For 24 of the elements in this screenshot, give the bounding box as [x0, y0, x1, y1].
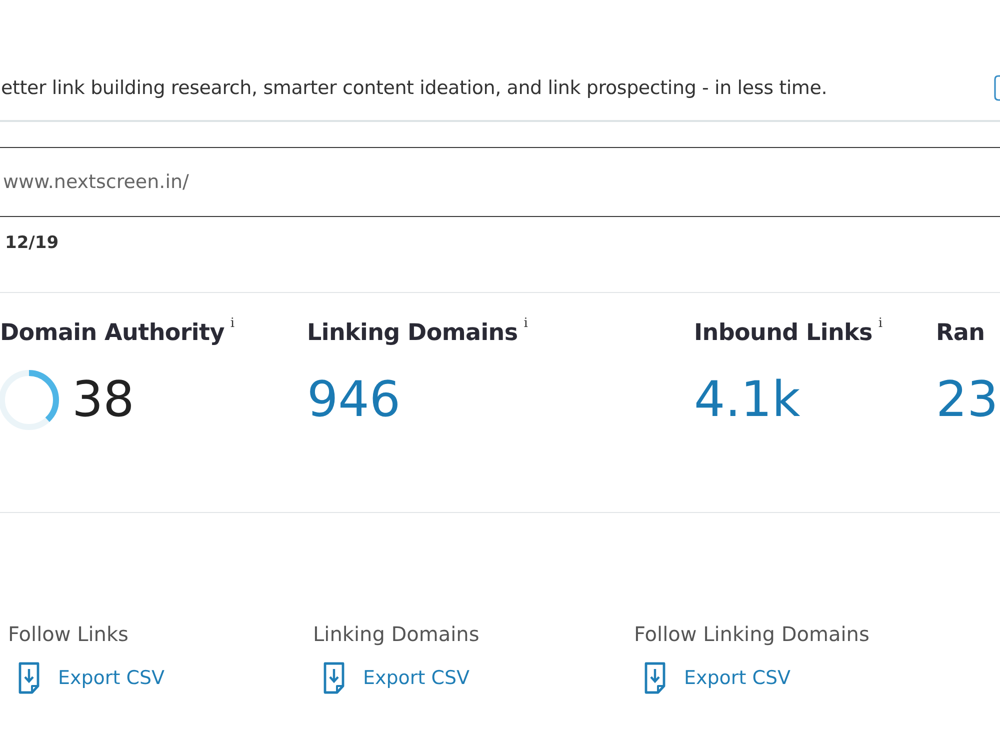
info-mark[interactable]: i [524, 317, 528, 331]
file-download-icon [323, 662, 345, 694]
info-mark[interactable]: i [878, 317, 883, 331]
file-download-icon [18, 662, 40, 694]
metric-label: Ran [936, 319, 985, 348]
export-link[interactable]: Export CSV [323, 662, 470, 694]
metric-label: Inbound Links [694, 319, 872, 348]
metric-label: Domain Authority [0, 319, 224, 348]
outline-icon[interactable] [994, 75, 1000, 101]
updated-date: 12/19 [5, 232, 59, 255]
export-title: Linking Domains [313, 621, 480, 648]
info-mark[interactable]: i [230, 317, 235, 331]
export-title: Follow Linking Domains [634, 621, 870, 648]
export-link[interactable]: Export CSV [18, 662, 165, 694]
metric-value: 23 [936, 370, 998, 430]
metric-label: Linking Domains [307, 319, 518, 348]
intro-text: etter link building research, smarter content ideation, and link prospecting - in less time. [0, 77, 828, 99]
url-field[interactable]: www.nextscreen.in/ [0, 147, 1000, 217]
export-title: Follow Links [8, 621, 128, 648]
metric-value: 4.1k [694, 370, 800, 430]
metric-value: 38 [72, 370, 134, 430]
file-download-icon [644, 662, 666, 694]
export-link[interactable]: Export CSV [644, 662, 791, 694]
metric-value: 946 [307, 370, 401, 430]
